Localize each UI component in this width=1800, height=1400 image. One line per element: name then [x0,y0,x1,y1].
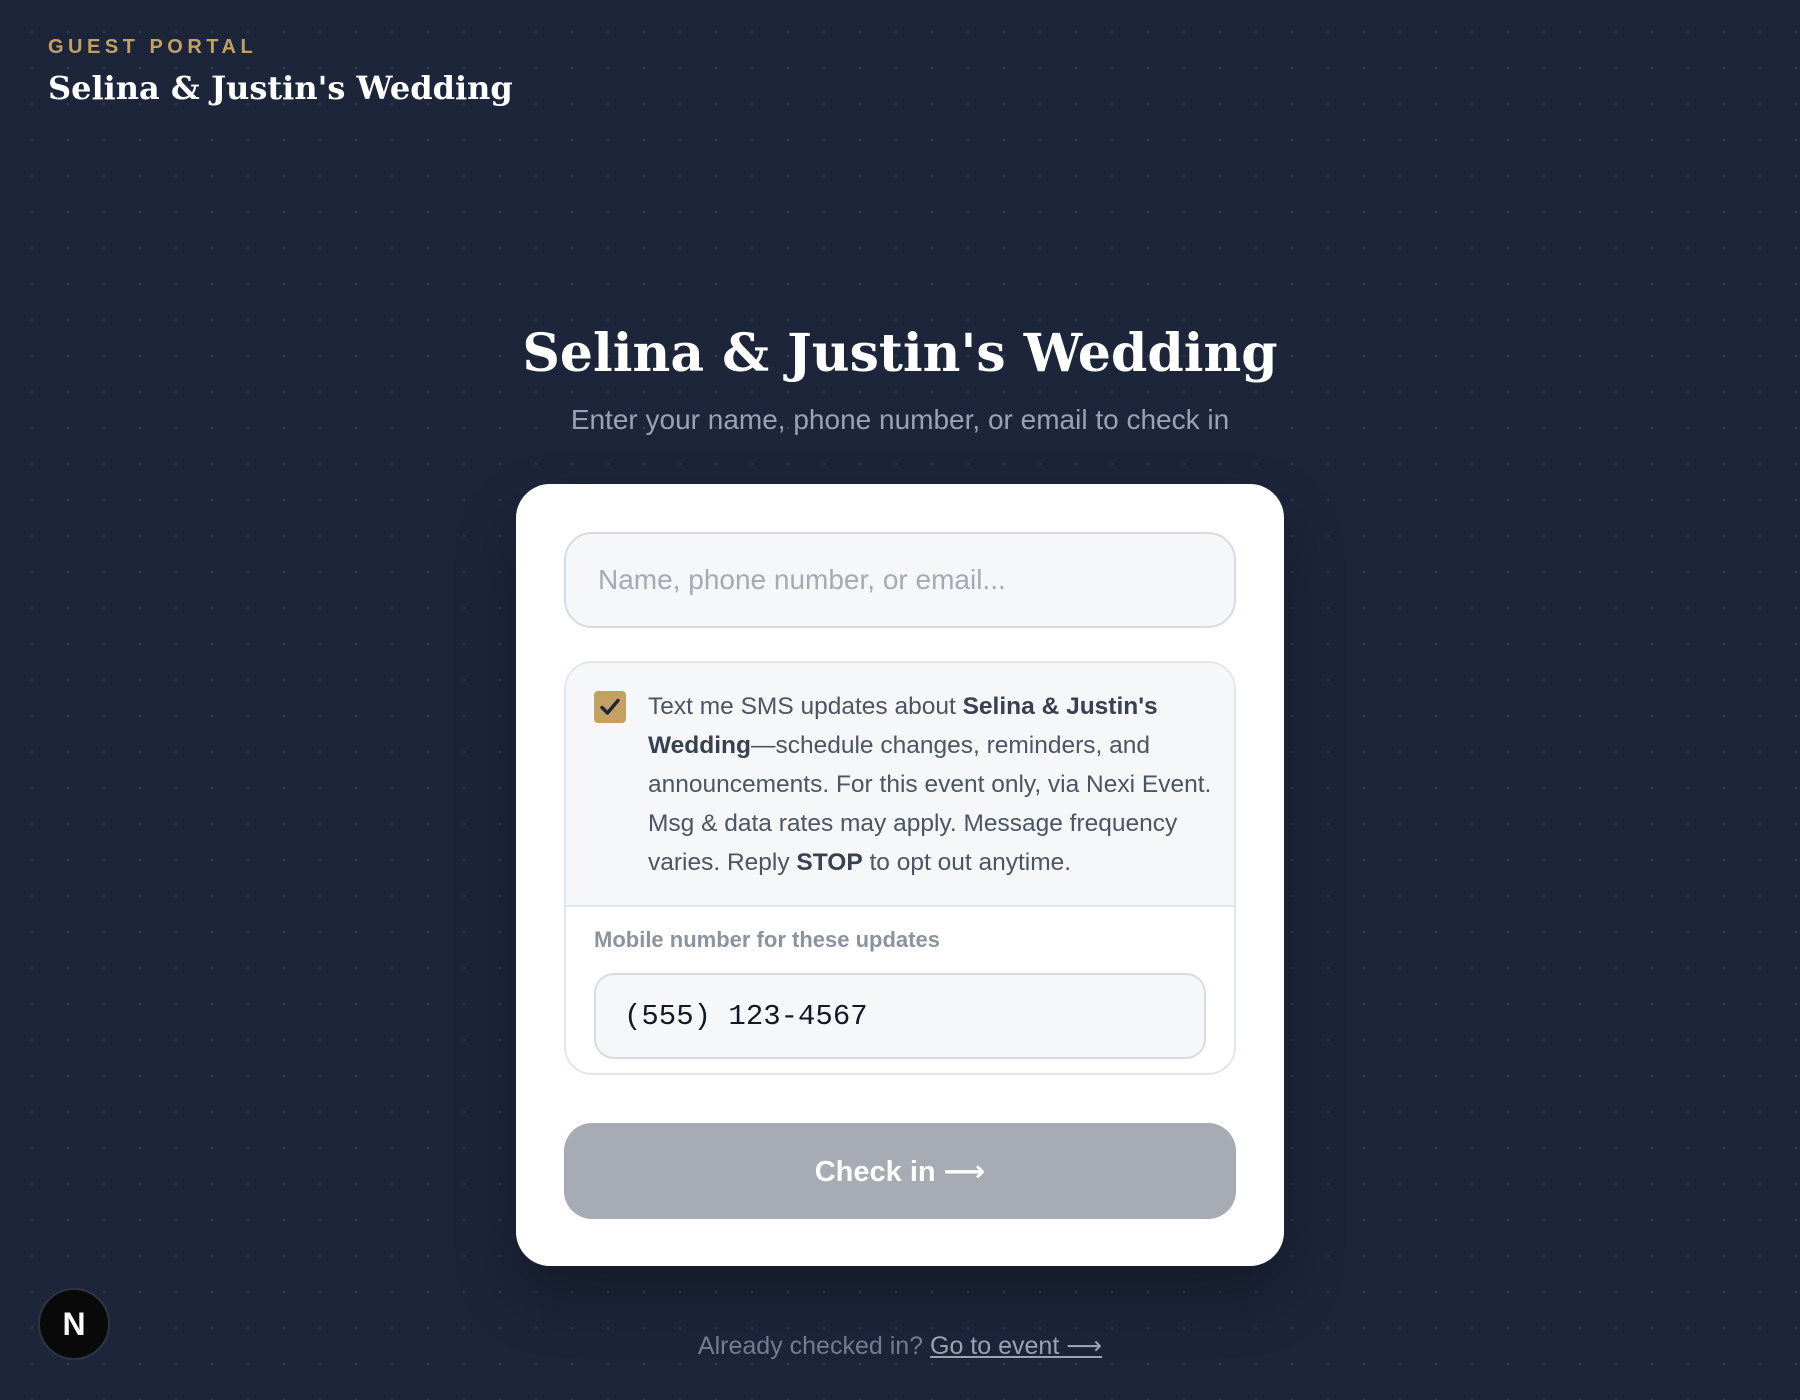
mobile-number-label: Mobile number for these updates [594,927,940,952]
checkmark-icon [600,698,620,715]
mobile-number-input[interactable] [594,973,1206,1059]
already-checked-in-note: Already checked in? Go to event ⟶ [0,1330,1800,1362]
consent-stop-keyword: STOP [796,849,863,876]
portal-eyebrow: GUEST PORTAL [48,36,258,58]
fab-letter: N [62,1305,86,1342]
check-in-button[interactable]: Check in ⟶ [564,1123,1236,1219]
already-checked-in-prompt: Already checked in? [697,1332,931,1360]
sms-consent-row: Text me SMS updates about Selina & Justi… [566,663,1234,907]
sms-consent-text: Text me SMS updates about Selina & Justi… [648,687,1220,882]
consent-text-intro: Text me SMS updates about [648,693,963,720]
consent-text-end: to opt out anytime. [862,849,1072,876]
go-to-event-link[interactable]: Go to event ⟶ [930,1332,1102,1360]
hero-section: Selina & Justin's Wedding Enter your nam… [0,318,1800,438]
sms-consent-checkbox[interactable] [594,691,626,723]
page-subtitle: Enter your name, phone number, or email … [570,404,1230,435]
page-title: Selina & Justin's Wedding [522,323,1278,384]
guest-search-input[interactable] [564,532,1236,628]
header-event-title: Selina & Justin's Wedding [48,69,513,107]
sms-opt-in-panel: Text me SMS updates about Selina & Justi… [564,661,1236,1075]
page-header: GUEST PORTAL Selina & Justin's Wedding [48,36,513,108]
nextjs-logo-icon[interactable]: N [38,1288,110,1360]
checkin-card: Text me SMS updates about Selina & Justi… [516,484,1284,1266]
